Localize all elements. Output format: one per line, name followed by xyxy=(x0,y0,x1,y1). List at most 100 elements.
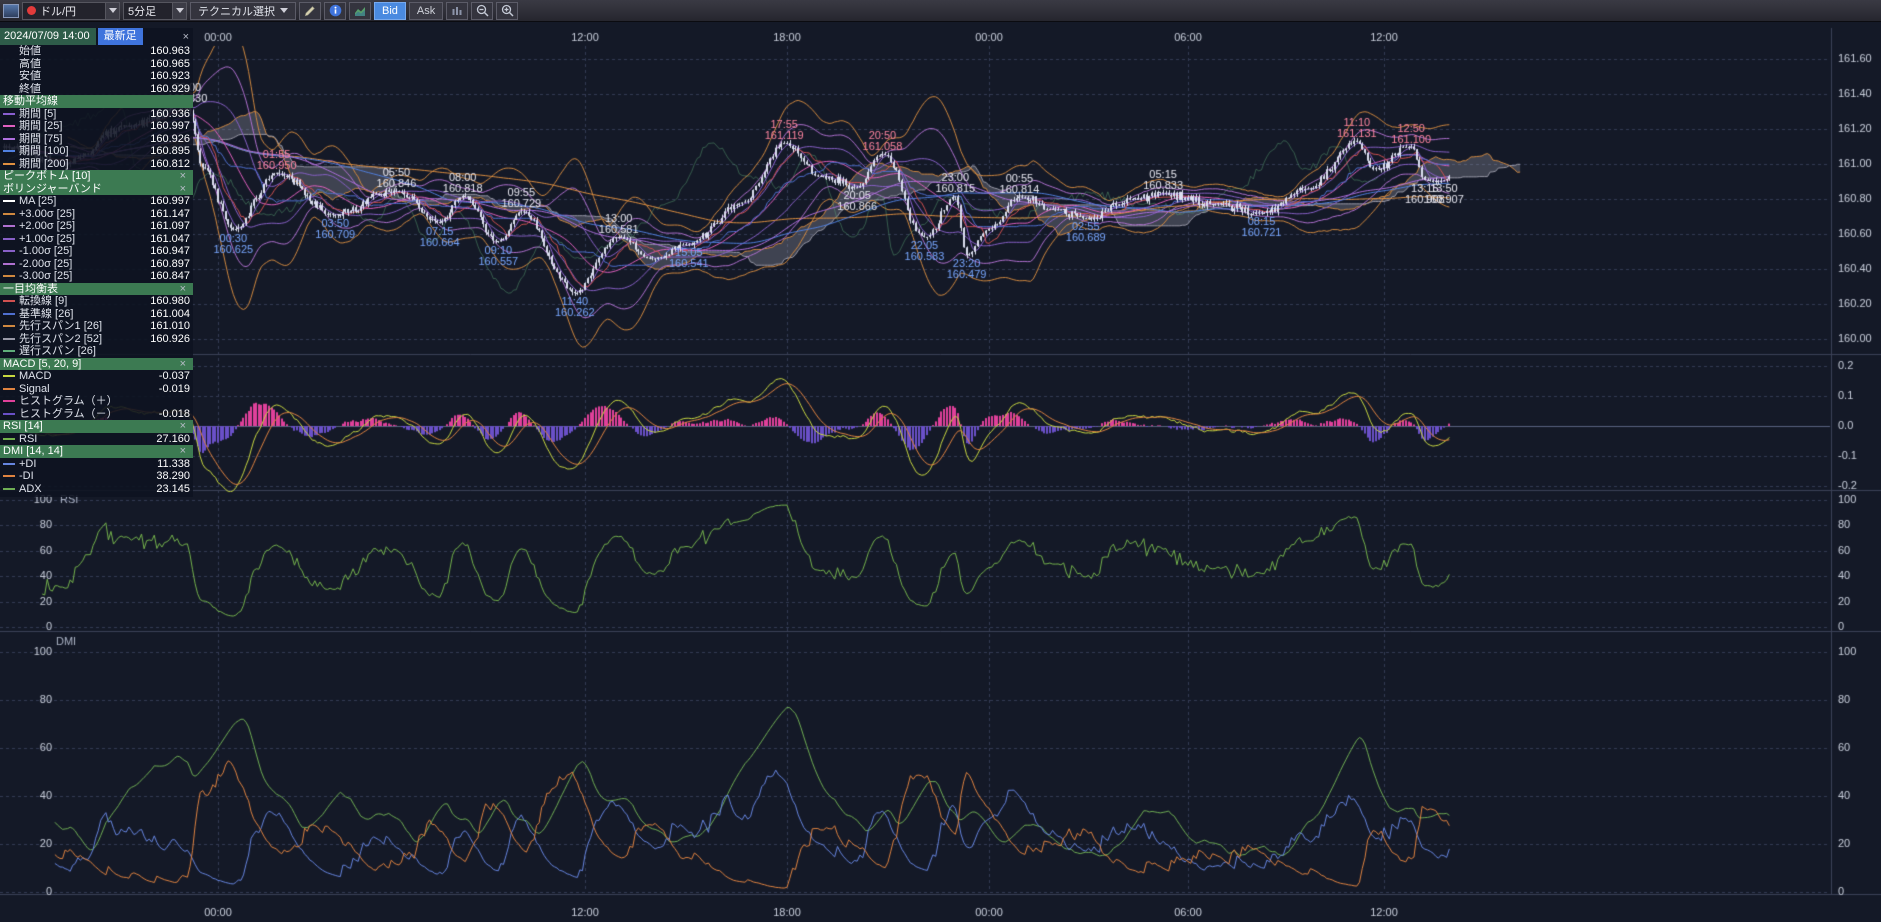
series-swatch xyxy=(3,113,15,115)
zoom-in-button[interactable] xyxy=(496,2,518,20)
indicator-row: 期間 [100]160.895 xyxy=(0,145,193,158)
series-swatch xyxy=(3,263,15,265)
timeframe-label: 5分足 xyxy=(128,3,168,19)
bar-chart-icon xyxy=(451,5,464,17)
series-swatch xyxy=(3,338,15,340)
swatch-spacer xyxy=(3,75,15,77)
indicator-value: 160.926 xyxy=(150,133,190,145)
info-button[interactable] xyxy=(324,2,346,20)
indicator-label: ヒストグラム（－） xyxy=(19,408,159,420)
indicator-row: 期間 [75]160.926 xyxy=(0,133,193,146)
currency-pair-select[interactable]: ドル/円 xyxy=(22,2,120,20)
app-icon[interactable] xyxy=(3,4,19,18)
indicator-value: -0.019 xyxy=(159,383,190,395)
indicator-value: 161.097 xyxy=(150,220,190,232)
indicator-label: 先行スパン1 [26] xyxy=(19,320,150,332)
indicator-value: 161.004 xyxy=(150,308,190,320)
indicator-values-panel: 2024/07/09 14:00 最新足 × 始値160.963高値160.96… xyxy=(0,28,193,497)
section-header-peak-bottom: ピークボトム [10] × xyxy=(0,170,193,183)
indicator-row: 転換線 [9]160.980 xyxy=(0,295,193,308)
indicator-label: +DI xyxy=(19,458,157,470)
technical-select-button[interactable]: テクニカル選択 xyxy=(190,2,296,20)
indicator-value: -0.037 xyxy=(159,370,190,382)
indicator-row: 先行スパン1 [26]161.010 xyxy=(0,320,193,333)
indicator-label: MA [25] xyxy=(19,195,150,207)
indicator-row: 始値160.963 xyxy=(0,45,193,58)
close-icon[interactable]: × xyxy=(176,420,190,432)
timeframe-select[interactable]: 5分足 xyxy=(123,2,187,20)
swatch-spacer xyxy=(3,63,15,65)
section-title: DMI [14, 14] xyxy=(3,445,63,457)
trading-chart-app: ドル/円 5分足 テクニカル選択 Bid Ask xyxy=(0,0,1881,922)
indicator-value: 161.010 xyxy=(150,320,190,332)
series-swatch xyxy=(3,213,15,215)
section-header-bollinger: ボリンジャーバンド × xyxy=(0,183,193,196)
series-swatch xyxy=(3,325,15,327)
section-title: ピークボトム [10] xyxy=(3,170,90,182)
indicator-value: 160.929 xyxy=(150,83,190,95)
section-header-dmi: DMI [14, 14] × xyxy=(0,445,193,458)
indicator-row: +DI11.338 xyxy=(0,458,193,471)
indicator-label: ヒストグラム（＋） xyxy=(19,395,190,407)
indicator-row: +3.00σ [25]161.147 xyxy=(0,208,193,221)
panel-header-row: 2024/07/09 14:00 最新足 × xyxy=(0,28,193,45)
indicator-row: 終値160.929 xyxy=(0,83,193,96)
chart-type-button[interactable] xyxy=(349,2,371,20)
close-icon[interactable]: × xyxy=(176,358,190,370)
series-swatch xyxy=(3,400,15,402)
series-swatch xyxy=(3,238,15,240)
indicator-value: 160.812 xyxy=(150,158,190,170)
indicator-row: 期間 [200]160.812 xyxy=(0,158,193,171)
area-chart-icon xyxy=(354,5,367,17)
indicator-row: +2.00σ [25]161.097 xyxy=(0,220,193,233)
indicator-row: 安値160.923 xyxy=(0,70,193,83)
indicator-value: 160.963 xyxy=(150,45,190,57)
indicator-label: -2.00σ [25] xyxy=(19,258,150,270)
chevron-down-icon xyxy=(280,8,288,13)
indicator-label: Signal xyxy=(19,383,159,395)
technical-select-label: テクニカル選択 xyxy=(198,3,275,19)
indicator-value: 160.895 xyxy=(150,145,190,157)
indicator-row: +1.00σ [25]161.047 xyxy=(0,233,193,246)
swatch-spacer xyxy=(3,50,15,52)
indicator-row: ADX23.145 xyxy=(0,483,193,496)
indicator-label: RSI xyxy=(19,433,156,445)
bid-toggle[interactable]: Bid xyxy=(374,2,406,20)
indicator-value: 160.965 xyxy=(150,58,190,70)
close-icon[interactable]: × xyxy=(179,31,193,43)
pair-logo-icon xyxy=(27,6,36,15)
close-icon[interactable]: × xyxy=(176,183,190,195)
datetime-label: 2024/07/09 14:00 xyxy=(0,28,96,45)
indicator-row: 期間 [25]160.997 xyxy=(0,120,193,133)
ask-toggle[interactable]: Ask xyxy=(409,2,443,20)
series-swatch xyxy=(3,438,15,440)
section-title: MACD [5, 20, 9] xyxy=(3,358,81,370)
indicator-label: 転換線 [9] xyxy=(19,295,150,307)
draw-pencil-button[interactable] xyxy=(299,2,321,20)
close-icon[interactable]: × xyxy=(176,445,190,457)
indicator-row: -3.00σ [25]160.847 xyxy=(0,270,193,283)
series-swatch xyxy=(3,225,15,227)
series-swatch xyxy=(3,488,15,490)
indicator-label: 期間 [25] xyxy=(19,120,150,132)
close-icon[interactable]: × xyxy=(176,283,190,295)
indicator-label: 終値 xyxy=(19,83,150,95)
indicator-row: ヒストグラム（＋） xyxy=(0,395,193,408)
indicator-row: 期間 [5]160.936 xyxy=(0,108,193,121)
chart-canvas[interactable] xyxy=(0,0,1881,922)
indicator-label: +1.00σ [25] xyxy=(19,233,150,245)
series-swatch xyxy=(3,413,15,415)
zoom-out-button[interactable] xyxy=(471,2,493,20)
series-swatch xyxy=(3,300,15,302)
latest-bar-button[interactable]: 最新足 xyxy=(98,28,143,45)
indicator-value: 23.145 xyxy=(156,483,190,495)
section-title: ボリンジャーバンド xyxy=(3,183,102,195)
series-swatch xyxy=(3,313,15,315)
section-title: 一目均衡表 xyxy=(3,283,58,295)
chart-settings-button[interactable] xyxy=(446,2,468,20)
close-icon[interactable]: × xyxy=(176,170,190,182)
series-swatch xyxy=(3,463,15,465)
indicator-label: -1.00σ [25] xyxy=(19,245,150,257)
indicator-label: 期間 [200] xyxy=(19,158,150,170)
toolbar: ドル/円 5分足 テクニカル選択 Bid Ask xyxy=(0,0,1881,22)
